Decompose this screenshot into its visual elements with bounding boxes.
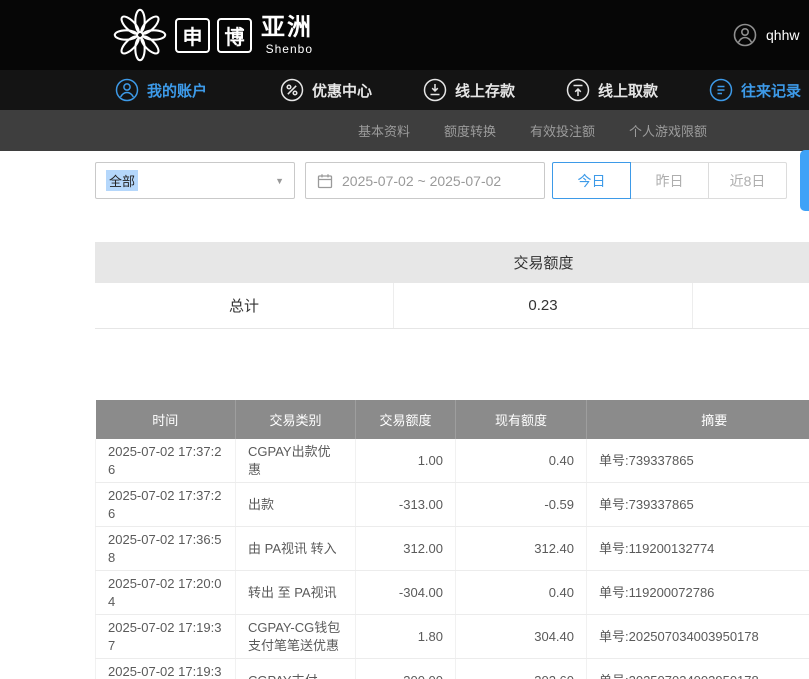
nav-item-my-account[interactable]: 我的账户 [115,70,207,110]
cell-summary: 单号:202507034003950178 [587,659,809,679]
cell-type: 转出 至 PA视讯 [236,571,356,615]
sub-nav: 基本资料 额度转换 有效投注额 个人游戏限额 [0,110,809,151]
cell-time: 2025-07-02 17:36:58 [96,527,236,571]
cell-summary: 单号:739337865 [587,439,809,483]
nav-item-label: 优惠中心 [312,80,372,101]
logo-region-text: 亚洲 [261,16,313,40]
promo-icon [280,78,304,102]
page: 申 博 亚洲 Shenbo qhhw [0,0,809,679]
cell-amount: 312.00 [356,527,456,571]
summary-total-blank [693,283,809,328]
user-account[interactable]: qhhw [733,23,799,47]
cell-balance: 302.60 [456,659,587,679]
avatar-icon [733,23,757,47]
nav-item-label: 往来记录 [741,80,801,101]
table-row: 2025-07-02 17:19:37CGPAY-CG钱包支付笔笔送优惠1.80… [96,615,809,659]
cell-time: 2025-07-02 17:37:26 [96,483,236,527]
summary-table: 交易额度 总计 0.23 [95,242,809,329]
withdraw-icon [566,78,590,102]
nav-item-withdraw[interactable]: 线上取款 [566,70,658,110]
type-select-value: 全部 [106,170,138,191]
transactions-body: 2025-07-02 17:37:26CGPAY出款优惠1.000.40单号:7… [96,439,809,679]
column-header-summary: 摘要 [587,400,809,439]
nav-item-label: 线上取款 [598,80,658,101]
date-range-value: 2025-07-02 ~ 2025-07-02 [342,173,501,189]
cell-balance: 312.40 [456,527,587,571]
subnav-item-basic-info[interactable]: 基本资料 [358,121,410,140]
deposit-icon [423,78,447,102]
cell-amount: -304.00 [356,571,456,615]
logo-char-shen: 申 [175,18,210,53]
summary-total-value: 0.23 [394,283,693,328]
user-icon [115,78,139,102]
logo-char-bo: 博 [217,18,252,53]
today-button[interactable]: 今日 [552,162,631,199]
cell-time: 2025-07-02 17:20:04 [96,571,236,615]
table-row: 2025-07-02 17:37:26出款-313.00-0.59单号:7393… [96,483,809,527]
summary-total-row: 总计 0.23 [95,283,809,329]
column-header-amount: 交易额度 [356,400,456,439]
nav-item-label: 线上存款 [455,80,515,101]
transactions-table: 时间 交易类别 交易额度 现有额度 摘要 2025-07-02 17:37:26… [95,400,809,679]
nav-item-promotions[interactable]: 优惠中心 [280,70,372,110]
cell-amount: 1.80 [356,615,456,659]
cell-balance: 0.40 [456,439,587,483]
cell-time: 2025-07-02 17:37:26 [96,439,236,483]
cell-summary: 单号:202507034003950178 [587,615,809,659]
quick-date-buttons: 今日 昨日 近8日 [552,162,787,199]
cell-time: 2025-07-02 17:19:37 [96,615,236,659]
cell-type: 由 PA视讯 转入 [236,527,356,571]
cell-balance: 0.40 [456,571,587,615]
cell-summary: 单号:119200132774 [587,527,809,571]
subnav-item-game-limits[interactable]: 个人游戏限额 [629,121,707,140]
table-row: 2025-07-02 17:20:04转出 至 PA视讯-304.000.40单… [96,571,809,615]
cell-amount: 300.00 [356,659,456,679]
table-row: 2025-07-02 17:37:26CGPAY出款优惠1.000.40单号:7… [96,439,809,483]
top-header: 申 博 亚洲 Shenbo qhhw [0,0,809,70]
column-header-balance: 现有额度 [456,400,587,439]
table-row: 2025-07-02 17:19:37CGPAY支付300.00302.60单号… [96,659,809,679]
summary-header-label: 交易额度 [394,252,693,273]
username-text: qhhw [766,27,799,43]
cell-amount: 1.00 [356,439,456,483]
main-nav: 我的账户 优惠中心 线上存款 [0,70,809,110]
summary-header-row: 交易额度 [95,242,809,283]
records-icon [709,78,733,102]
side-tab[interactable] [800,150,809,211]
cell-amount: -313.00 [356,483,456,527]
logo-sub-text: Shenbo [266,43,313,55]
column-header-type: 交易类别 [236,400,356,439]
cell-balance: -0.59 [456,483,587,527]
cell-time: 2025-07-02 17:19:37 [96,659,236,679]
nav-item-records[interactable]: 往来记录 [709,70,801,110]
date-range-input[interactable]: 2025-07-02 ~ 2025-07-02 [305,162,545,199]
summary-total-label: 总计 [95,283,394,328]
cell-summary: 单号:739337865 [587,483,809,527]
calendar-icon [317,173,333,189]
type-select[interactable]: 全部 ▼ [95,162,295,199]
cell-type: CGPAY-CG钱包支付笔笔送优惠 [236,615,356,659]
flower-logo-icon [112,7,168,63]
yesterday-button[interactable]: 昨日 [630,162,709,199]
chevron-down-icon: ▼ [275,176,284,186]
cell-type: CGPAY出款优惠 [236,439,356,483]
subnav-item-credit-transfer[interactable]: 额度转换 [444,121,496,140]
cell-type: CGPAY支付 [236,659,356,679]
subnav-item-valid-bets[interactable]: 有效投注额 [530,121,595,140]
cell-summary: 单号:119200072786 [587,571,809,615]
cell-type: 出款 [236,483,356,527]
brand-logo: 申 博 亚洲 Shenbo [112,7,313,63]
column-header-time: 时间 [96,400,236,439]
nav-item-label: 我的账户 [147,80,207,101]
nav-item-deposit[interactable]: 线上存款 [423,70,515,110]
table-row: 2025-07-02 17:36:58由 PA视讯 转入312.00312.40… [96,527,809,571]
table-header-row: 时间 交易类别 交易额度 现有额度 摘要 [96,400,809,439]
last8days-button[interactable]: 近8日 [708,162,787,199]
cell-balance: 304.40 [456,615,587,659]
